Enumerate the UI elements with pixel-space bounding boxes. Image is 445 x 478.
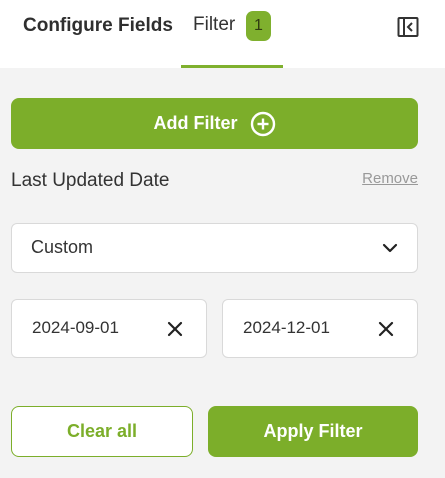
tab-filter-label: Filter [193,14,236,35]
date-range-select[interactable]: Custom [11,223,418,273]
start-date-field[interactable]: 2024-09-01 [11,299,207,358]
plus-circle-icon [250,111,275,136]
chevron-down-icon [382,243,398,253]
collapse-panel-icon[interactable] [396,15,420,39]
tab-filter[interactable]: Filter 1 [181,0,283,68]
add-filter-button[interactable]: Add Filter [11,98,418,149]
panel-header: Configure Fields Filter 1 [0,0,445,68]
tab-configure-fields[interactable]: Configure Fields [23,15,173,37]
end-date-field[interactable]: 2024-12-01 [222,299,418,358]
filter-panel: Configure Fields Filter 1 Add Filter Las… [0,0,445,478]
end-date-value: 2024-12-01 [243,318,330,337]
filter-field-label: Last Updated Date [11,170,170,191]
add-filter-label: Add Filter [153,113,238,133]
close-icon[interactable] [377,320,395,338]
apply-filter-button[interactable]: Apply Filter [208,406,418,457]
start-date-value: 2024-09-01 [32,318,119,337]
remove-filter-link[interactable]: Remove [362,170,418,187]
active-tab-indicator [181,65,283,68]
filter-count-badge: 1 [246,11,271,41]
date-range-value: Custom [31,237,94,257]
clear-all-button[interactable]: Clear all [11,406,193,457]
close-icon[interactable] [166,320,184,338]
